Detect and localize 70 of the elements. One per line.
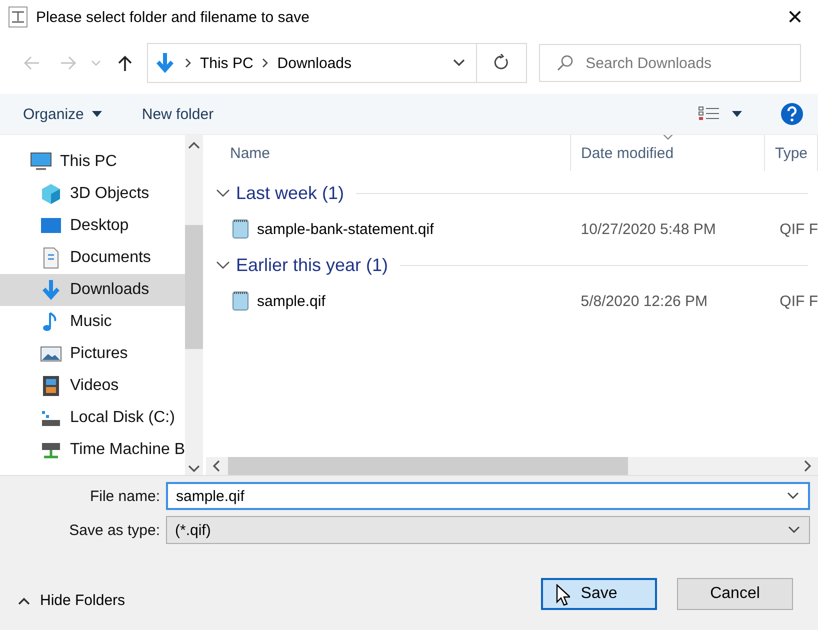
- chevron-up-icon: [18, 596, 30, 604]
- cube-icon: [40, 183, 62, 205]
- refresh-button[interactable]: [476, 43, 527, 83]
- chevron-down-icon[interactable]: [452, 58, 466, 68]
- file-name[interactable]: sample.qif: [257, 292, 326, 310]
- sidebar-item[interactable]: Documents: [0, 242, 185, 274]
- save-button[interactable]: Save: [541, 578, 657, 610]
- sidebar-item[interactable]: Desktop: [0, 210, 185, 242]
- save-as-type-label: Save as type:: [68, 522, 160, 538]
- search-icon: [556, 54, 574, 72]
- sidebar-item[interactable]: This PC: [0, 146, 185, 178]
- download-arrow-icon: [154, 52, 176, 74]
- file-type: QIF F: [778, 292, 818, 310]
- column-header[interactable]: Date modified: [571, 135, 765, 171]
- notepad-file-icon: [230, 218, 251, 240]
- breadcrumb-item[interactable]: Downloads: [277, 54, 352, 72]
- sidebar-item[interactable]: Downloads: [0, 274, 185, 306]
- caret-down-icon: [732, 111, 742, 117]
- toolbar-button[interactable]: New folder: [130, 100, 225, 128]
- film-strip-icon: [40, 375, 62, 397]
- sidebar-item[interactable]: Time Machine B: [0, 434, 185, 466]
- sidebar-item[interactable]: Pictures: [0, 338, 185, 370]
- breadcrumb-item[interactable]: This PC: [200, 54, 254, 72]
- mouse-pointer-icon: [556, 584, 570, 606]
- file-type: QIF F: [778, 220, 818, 238]
- refresh-icon: [493, 54, 510, 72]
- group-header: Earlier this year (1): [236, 254, 388, 276]
- file-name-field[interactable]: sample.qif: [166, 482, 810, 510]
- scrollbar-thumb[interactable]: [185, 225, 203, 349]
- notepad-file-icon: [230, 290, 251, 312]
- sidebar-item[interactable]: 3D Objects: [0, 178, 185, 210]
- up-arrow-icon: [116, 54, 134, 72]
- close-button[interactable]: ✕: [772, 0, 818, 34]
- list-view-icon: [698, 106, 720, 122]
- scrollbar-thumb[interactable]: [228, 457, 628, 475]
- chevron-down-icon: [91, 60, 102, 66]
- date-modified: 10/27/2020 5:48 PM: [580, 220, 717, 238]
- sidebar-item[interactable]: Videos: [0, 370, 185, 402]
- help-icon[interactable]: [780, 102, 804, 126]
- file-name[interactable]: sample-bank-statement.qif: [257, 220, 434, 238]
- organize-menu[interactable]: Organize: [12, 100, 113, 128]
- window-title: Please select folder and filename to save: [36, 8, 310, 26]
- address-bar[interactable]: This PC Downloads: [146, 43, 476, 83]
- chevron-right-icon: [261, 57, 270, 69]
- scroll-right-icon: [804, 460, 812, 472]
- chevron-down-icon: [787, 525, 801, 535]
- computer-icon: [30, 151, 52, 173]
- column-header[interactable]: Name: [206, 135, 571, 171]
- group-header: Last week (1): [236, 182, 344, 204]
- chevron-right-icon: [184, 57, 192, 69]
- sidebar-item[interactable]: Music: [0, 306, 185, 338]
- search-field[interactable]: Search Downloads: [538, 44, 801, 82]
- cancel-button[interactable]: Cancel: [677, 578, 793, 610]
- file-name-label: File name:: [88, 488, 160, 504]
- scroll-down-icon: [188, 465, 200, 473]
- horizontal-scrollbar[interactable]: [206, 457, 818, 475]
- back-arrow-icon: [22, 54, 41, 72]
- chevron-down-icon: [786, 491, 800, 501]
- vertical-scrollbar[interactable]: [185, 135, 203, 475]
- column-header[interactable]: Type: [765, 135, 818, 171]
- hide-folders-button[interactable]: Hide Folders: [14, 588, 130, 613]
- date-modified: 5/8/2020 12:26 PM: [580, 292, 709, 310]
- scroll-up-icon: [188, 141, 200, 149]
- caret-down-icon: [92, 111, 102, 117]
- save-as-type-field[interactable]: (*.qif): [166, 516, 810, 544]
- forward-arrow-icon: [58, 54, 77, 72]
- sort-caret-icon: [662, 135, 674, 140]
- download-arrow-icon: [40, 279, 62, 301]
- sidebar-item[interactable]: Local Disk (C:): [0, 402, 185, 434]
- scroll-left-icon: [212, 460, 220, 472]
